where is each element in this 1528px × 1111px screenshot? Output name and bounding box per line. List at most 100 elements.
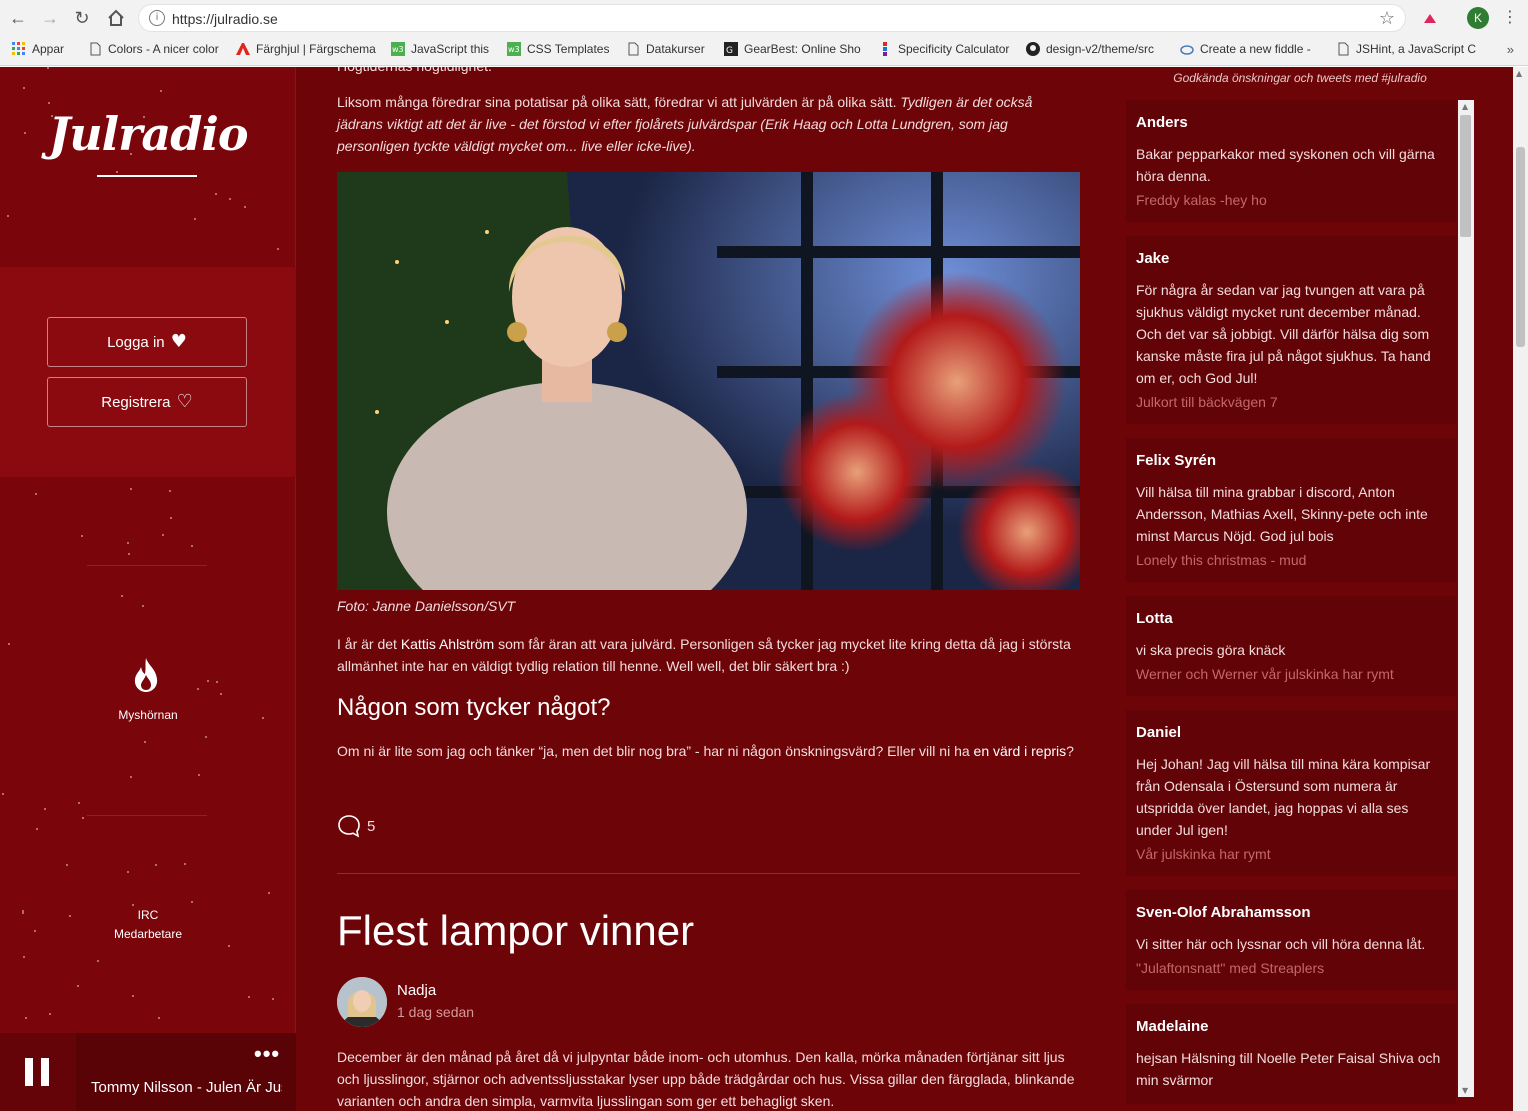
wish-name: Daniel bbox=[1136, 724, 1182, 741]
bookmark-jshint[interactable]: JSHint, a JavaScript C bbox=[1336, 42, 1476, 60]
question-paragraph: Om ni är lite som jag och tänker “ja, me… bbox=[337, 740, 1080, 762]
author-avatar[interactable] bbox=[337, 977, 387, 1027]
snowflake-dot bbox=[25, 1017, 27, 1019]
forward-arrow-icon[interactable]: → bbox=[40, 8, 60, 28]
scroll-down-arrow-icon[interactable]: ▼ bbox=[1462, 1086, 1468, 1095]
snowflake-dot bbox=[158, 1017, 160, 1019]
wish-name: Felix Syrén bbox=[1136, 452, 1217, 469]
address-bar[interactable]: i https://julradio.se ☆ bbox=[138, 4, 1406, 32]
comments-link[interactable]: 5 bbox=[337, 814, 375, 838]
more-bookmarks-icon[interactable]: » bbox=[1507, 42, 1514, 57]
snowflake-dot bbox=[36, 828, 38, 830]
snowflake-dot bbox=[197, 688, 199, 690]
extension-icon[interactable] bbox=[1422, 11, 1438, 25]
page-icon bbox=[1338, 42, 1349, 56]
intro-text: Liksom många föredrar sina potatisar på … bbox=[337, 94, 901, 110]
post-title[interactable]: Flest lampor vinner bbox=[337, 907, 694, 955]
specificity-icon bbox=[883, 42, 887, 56]
bookmark-star-icon[interactable]: ☆ bbox=[1379, 8, 1395, 29]
github-icon bbox=[1026, 42, 1040, 56]
browser-menu-icon[interactable]: ⋮ bbox=[1502, 7, 1518, 26]
sidebar-item-medarbetare[interactable]: Medarbetare bbox=[0, 927, 296, 941]
wish-card: Daniel Hej Johan! Jag vill hälsa till mi… bbox=[1126, 710, 1456, 876]
logo-underline bbox=[97, 175, 197, 177]
svg-text:G: G bbox=[726, 46, 733, 56]
wish-song: Werner och Werner vår julskinka har rymt bbox=[1136, 666, 1394, 682]
wishes-scroll-thumb[interactable] bbox=[1460, 115, 1471, 237]
rerun-host-link[interactable]: en värd i repris bbox=[974, 743, 1067, 759]
bookmark-javascript-this[interactable]: w3 JavaScript this bbox=[391, 42, 493, 60]
sidebar-item-irc[interactable]: IRC bbox=[0, 908, 296, 922]
bookmark-jsfiddle[interactable]: Create a new fiddle - bbox=[1180, 42, 1320, 60]
host-name-link[interactable]: Kattis Ahlström bbox=[401, 636, 494, 652]
back-arrow-icon[interactable]: ← bbox=[8, 8, 28, 28]
question-text: Om ni är lite som jag och tänker “ja, me… bbox=[337, 743, 974, 759]
pause-button[interactable] bbox=[0, 1033, 76, 1111]
post-timestamp: 1 dag sedan bbox=[397, 1004, 475, 1020]
comment-bubble-icon bbox=[338, 815, 360, 838]
scroll-up-arrow-icon[interactable]: ▲ bbox=[1462, 102, 1468, 111]
browser-toolbar: ← → ↻ i https://julradio.se ☆ K ⋮ bbox=[0, 0, 1528, 36]
bookmark-appar[interactable]: Appar bbox=[12, 42, 74, 60]
jsfiddle-icon bbox=[1180, 45, 1194, 55]
wish-message: vi ska precis göra knäck bbox=[1136, 642, 1286, 658]
snowflake-dot bbox=[127, 871, 129, 873]
bookmark-datakurser[interactable]: Datakurser bbox=[626, 42, 710, 60]
profile-avatar[interactable]: K bbox=[1467, 7, 1489, 29]
wish-card: Lotta vi ska precis göra knäck Werner oc… bbox=[1126, 596, 1456, 696]
bookmark-css-templates[interactable]: w3 CSS Templates bbox=[507, 42, 611, 60]
snowflake-dot bbox=[244, 206, 246, 208]
snowflake-dot bbox=[191, 545, 193, 547]
snowflake-dot bbox=[130, 488, 132, 490]
snowflake-dot bbox=[191, 901, 193, 903]
pause-icon bbox=[25, 1058, 33, 1086]
flame-icon[interactable] bbox=[130, 657, 162, 693]
snowflake-dot bbox=[132, 995, 134, 997]
bookmark-gearbest[interactable]: G GearBest: Online Sho bbox=[724, 42, 862, 60]
snowflake-dot bbox=[8, 643, 10, 645]
home-icon[interactable] bbox=[106, 8, 126, 28]
site-logo[interactable]: Julradio bbox=[0, 107, 296, 161]
post-separator bbox=[337, 873, 1080, 874]
page-scroll-thumb[interactable] bbox=[1516, 147, 1525, 347]
snowflake-dot bbox=[198, 774, 200, 776]
pause-icon-bar bbox=[41, 1058, 49, 1086]
sidebar-item-myshornan[interactable]: Myshörnan bbox=[0, 708, 296, 722]
snowflake-dot bbox=[229, 198, 231, 200]
snowflake-dot bbox=[116, 171, 118, 173]
now-playing-track: Tommy Nilsson - Julen Är Just Här bbox=[91, 1079, 282, 1096]
snowflake-dot bbox=[170, 517, 172, 519]
page-viewport: Julradio Logga in ♥ Registrera ♡ Myshörn… bbox=[0, 67, 1528, 1111]
wishes-list: Anders Bakar pepparkakor med syskonen oc… bbox=[1126, 100, 1456, 1111]
register-button[interactable]: Registrera ♡ bbox=[47, 377, 247, 427]
player-more-button[interactable]: ••• bbox=[254, 1041, 280, 1067]
wish-card: Anders Bakar pepparkakor med syskonen oc… bbox=[1126, 100, 1456, 222]
gearbest-icon: G bbox=[724, 42, 738, 56]
wish-name: Sven-Olof Abrahamsson bbox=[1136, 904, 1311, 921]
adobe-icon bbox=[236, 43, 250, 55]
apps-grid-icon bbox=[12, 42, 25, 55]
scroll-up-arrow-icon[interactable]: ▲ bbox=[1516, 69, 1522, 78]
snowflake-dot bbox=[7, 215, 9, 217]
bookmark-farghjul[interactable]: Färghjul | Färgschema bbox=[236, 42, 376, 60]
wish-song: "Julaftonsnatt" med Streaplers bbox=[1136, 960, 1325, 976]
site-info-icon[interactable]: i bbox=[149, 10, 165, 26]
snowflake-dot bbox=[82, 817, 84, 819]
snowflake-dot bbox=[144, 741, 146, 743]
svg-text:w3: w3 bbox=[508, 45, 520, 54]
post-author[interactable]: Nadja bbox=[397, 982, 436, 999]
bookmark-specificity[interactable]: Specificity Calculator bbox=[878, 42, 1012, 60]
wish-card: Sven-Olof Abrahamsson Vi sitter här och … bbox=[1126, 890, 1456, 990]
reload-icon[interactable]: ↻ bbox=[72, 8, 92, 28]
wishes-scrollbar[interactable]: ▲ ▼ bbox=[1458, 100, 1474, 1097]
login-button[interactable]: Logga in ♥ bbox=[47, 317, 247, 367]
article-subheading: Någon som tycker något? bbox=[337, 694, 611, 721]
sidebar: Julradio Logga in ♥ Registrera ♡ Myshörn… bbox=[0, 67, 296, 1111]
wish-message: hejsan Hälsning till Noelle Peter Faisal… bbox=[1136, 1050, 1441, 1088]
snowflake-dot bbox=[207, 680, 209, 682]
bookmark-github[interactable]: design-v2/theme/src bbox=[1026, 42, 1164, 60]
snowflake-dot bbox=[216, 681, 218, 683]
page-scrollbar[interactable]: ▲ bbox=[1513, 67, 1528, 1111]
bookmark-colors[interactable]: Colors - A nicer color bbox=[88, 42, 220, 60]
snowflake-dot bbox=[130, 776, 132, 778]
